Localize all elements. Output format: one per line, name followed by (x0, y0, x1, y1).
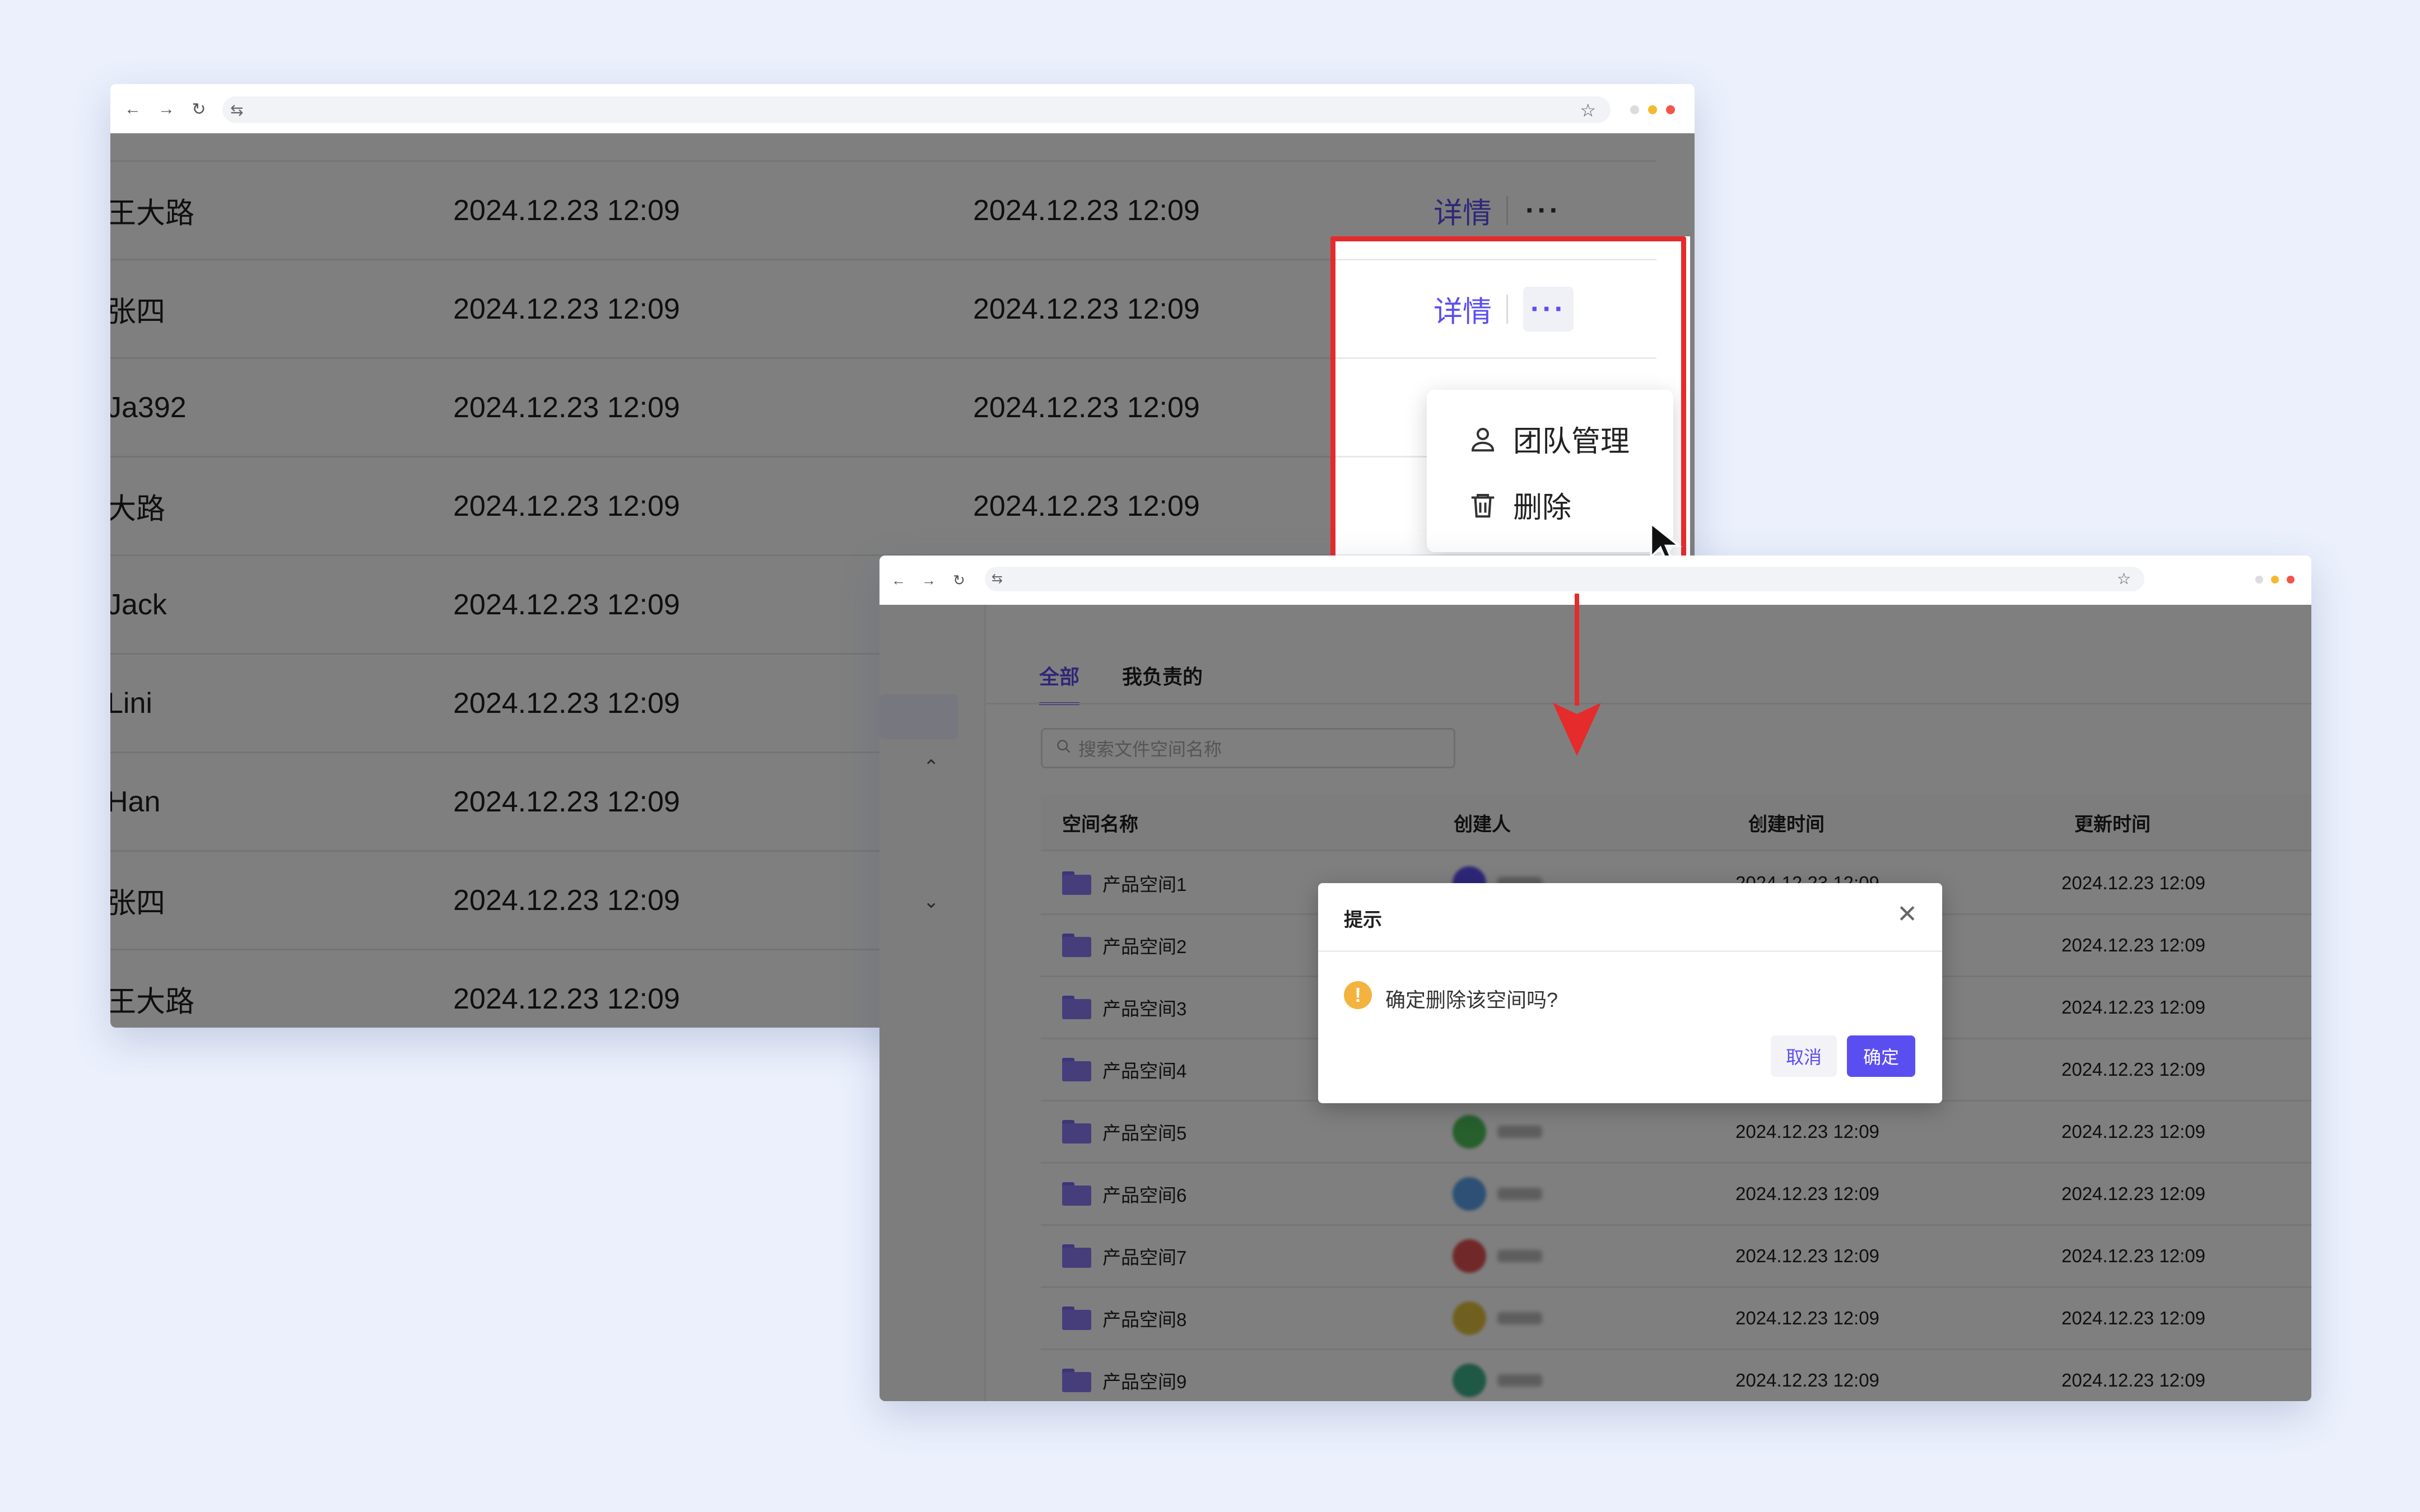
site-settings-icon[interactable]: ⇆ (992, 571, 1003, 587)
browser-toolbar: ← → ↻ ⇆ ☆ (110, 84, 1695, 133)
window-dot-gray[interactable] (1630, 105, 1639, 114)
reload-icon[interactable]: ↻ (188, 100, 210, 119)
confirm-button[interactable]: 确定 (1847, 1035, 1915, 1077)
confirm-delete-dialog: 提示 ✕ ! 确定删除该空间吗? 取消 确定 (1318, 883, 1942, 1103)
address-bar[interactable]: ⇆ ☆ (222, 96, 1611, 123)
window-dot-gray[interactable] (2255, 576, 2263, 584)
highlight-frame (1330, 236, 1686, 589)
address-bar[interactable]: ⇆ ☆ (985, 567, 2144, 591)
bookmark-star-icon[interactable]: ☆ (1580, 100, 1596, 121)
window-dot-red[interactable] (1666, 105, 1675, 114)
window-controls (1621, 105, 1675, 114)
forward-icon[interactable]: → (919, 572, 939, 589)
forward-icon[interactable]: → (155, 100, 178, 118)
red-arrow-icon (1552, 594, 1602, 759)
cancel-button[interactable]: 取消 (1771, 1035, 1837, 1077)
warning-icon: ! (1344, 981, 1372, 1009)
close-icon[interactable]: ✕ (1897, 900, 1918, 928)
window-dot-red[interactable] (2287, 576, 2295, 584)
dialog-title: 提示 (1344, 909, 1382, 931)
bookmark-star-icon[interactable]: ☆ (2117, 570, 2131, 588)
site-settings-icon[interactable]: ⇆ (230, 101, 243, 119)
back-icon[interactable]: ← (888, 572, 909, 589)
dialog-message: 确定删除该空间吗? (1385, 988, 1558, 1011)
window-controls (2247, 576, 2295, 584)
window-dot-yellow[interactable] (1648, 105, 1657, 114)
divider (1318, 950, 1942, 952)
back-icon[interactable]: ← (122, 100, 144, 118)
window-dot-yellow[interactable] (2271, 576, 2279, 584)
reload-icon[interactable]: ↻ (949, 572, 969, 589)
